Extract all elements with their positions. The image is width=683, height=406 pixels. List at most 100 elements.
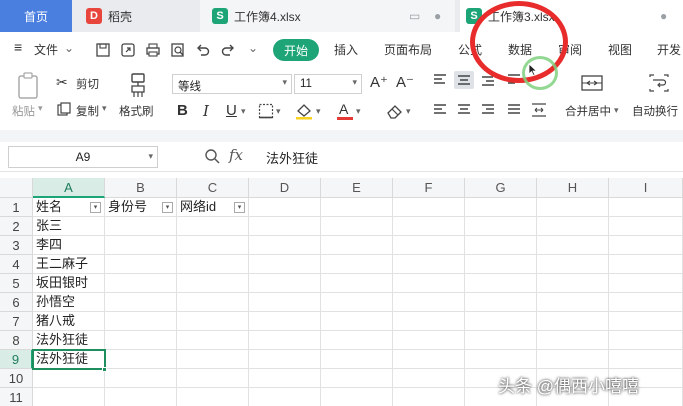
row-header[interactable]: 1 bbox=[0, 198, 33, 217]
column-header[interactable]: I bbox=[609, 178, 683, 198]
tab-home[interactable]: 首页 bbox=[0, 0, 72, 32]
table-cell[interactable] bbox=[249, 293, 321, 312]
print-icon[interactable] bbox=[145, 42, 161, 58]
chevron-down-icon[interactable]: ▾ bbox=[316, 106, 321, 117]
table-cell[interactable] bbox=[393, 369, 465, 388]
table-cell[interactable] bbox=[105, 236, 177, 255]
table-cell[interactable] bbox=[609, 312, 683, 331]
redo-icon[interactable] bbox=[220, 42, 236, 58]
menu-view[interactable]: 视图 bbox=[608, 41, 632, 58]
table-cell[interactable] bbox=[393, 236, 465, 255]
cut-button[interactable]: 剪切 bbox=[76, 76, 99, 92]
table-cell[interactable] bbox=[321, 274, 393, 293]
table-cell[interactable] bbox=[609, 293, 683, 312]
table-cell[interactable] bbox=[177, 312, 249, 331]
scissors-icon[interactable]: ✂ bbox=[56, 74, 68, 91]
chevron-down-icon[interactable]: ▾ bbox=[38, 103, 43, 114]
menu-developer[interactable]: 开发 bbox=[657, 41, 681, 58]
chevron-down-icon[interactable]: ▾ bbox=[102, 103, 107, 114]
table-cell[interactable] bbox=[465, 312, 537, 331]
table-cell[interactable] bbox=[105, 293, 177, 312]
table-cell[interactable]: 李四 bbox=[33, 236, 105, 255]
column-header[interactable]: F bbox=[393, 178, 465, 198]
table-cell[interactable] bbox=[177, 236, 249, 255]
table-cell[interactable] bbox=[465, 217, 537, 236]
underline-icon[interactable]: U bbox=[226, 102, 237, 119]
bold-icon[interactable]: B bbox=[177, 102, 188, 119]
table-cell[interactable] bbox=[465, 293, 537, 312]
copy-button[interactable]: 复制 bbox=[76, 103, 99, 119]
table-cell[interactable] bbox=[249, 255, 321, 274]
table-cell[interactable] bbox=[177, 369, 249, 388]
filter-dropdown-icon[interactable]: ▾ bbox=[90, 202, 101, 213]
format-painter-label[interactable]: 格式刷 bbox=[119, 103, 154, 119]
column-header[interactable]: D bbox=[249, 178, 321, 198]
table-cell[interactable] bbox=[177, 293, 249, 312]
table-cell[interactable] bbox=[177, 350, 249, 369]
table-cell[interactable] bbox=[249, 217, 321, 236]
table-cell[interactable] bbox=[537, 217, 609, 236]
table-cell[interactable] bbox=[537, 236, 609, 255]
print-preview-icon[interactable] bbox=[170, 42, 186, 58]
chevron-down-icon[interactable]: ▾ bbox=[614, 105, 619, 116]
table-cell[interactable] bbox=[321, 350, 393, 369]
chevron-down-icon[interactable]: ▾ bbox=[241, 106, 246, 117]
table-cell[interactable] bbox=[537, 255, 609, 274]
formula-content[interactable]: 法外狂徒 bbox=[266, 148, 318, 167]
paste-icon[interactable] bbox=[16, 72, 42, 100]
table-cell[interactable] bbox=[537, 312, 609, 331]
table-cell[interactable] bbox=[609, 236, 683, 255]
table-cell[interactable] bbox=[465, 198, 537, 217]
table-cell[interactable] bbox=[465, 331, 537, 350]
table-cell[interactable] bbox=[105, 312, 177, 331]
row-header[interactable]: 9 bbox=[0, 350, 33, 369]
table-cell[interactable] bbox=[321, 369, 393, 388]
table-cell[interactable] bbox=[321, 198, 393, 217]
table-cell[interactable]: 法外狂徒 bbox=[33, 331, 105, 350]
column-header[interactable]: H bbox=[537, 178, 609, 198]
table-cell[interactable] bbox=[393, 331, 465, 350]
chevron-down-icon[interactable]: ▾ bbox=[276, 106, 281, 117]
column-header[interactable]: E bbox=[321, 178, 393, 198]
row-header[interactable]: 8 bbox=[0, 331, 33, 350]
undo-icon[interactable] bbox=[195, 42, 211, 58]
table-cell[interactable] bbox=[321, 255, 393, 274]
decrease-font-icon[interactable]: A⁻ bbox=[396, 73, 414, 91]
table-cell[interactable] bbox=[465, 274, 537, 293]
table-cell[interactable] bbox=[177, 331, 249, 350]
table-cell[interactable] bbox=[393, 198, 465, 217]
auto-wrap-button[interactable]: 自动换行 bbox=[632, 103, 678, 119]
table-cell[interactable] bbox=[321, 388, 393, 406]
export-icon[interactable] bbox=[120, 42, 136, 58]
filter-dropdown-icon[interactable]: ▾ bbox=[162, 202, 173, 213]
table-cell[interactable] bbox=[105, 217, 177, 236]
tab-close-icon[interactable]: ● bbox=[434, 9, 441, 23]
customize-chevron-icon[interactable]: ⌄ bbox=[248, 41, 258, 55]
format-painter-icon[interactable] bbox=[128, 72, 148, 98]
row-header[interactable]: 3 bbox=[0, 236, 33, 255]
table-cell[interactable]: 王二麻子 bbox=[33, 255, 105, 274]
filter-dropdown-icon[interactable]: ▾ bbox=[234, 202, 245, 213]
chevron-down-icon[interactable]: ▾ bbox=[406, 106, 411, 117]
increase-font-icon[interactable]: A⁺ bbox=[370, 73, 388, 91]
paste-label[interactable]: 粘贴 bbox=[12, 103, 35, 119]
table-cell[interactable] bbox=[249, 198, 321, 217]
select-all-corner[interactable] bbox=[0, 178, 33, 198]
table-cell[interactable] bbox=[177, 274, 249, 293]
function-icon[interactable]: fx bbox=[229, 146, 243, 164]
table-cell[interactable]: 猪八戒 bbox=[33, 312, 105, 331]
row-header[interactable]: 11 bbox=[0, 388, 33, 406]
table-cell[interactable] bbox=[249, 236, 321, 255]
table-cell[interactable] bbox=[105, 388, 177, 406]
table-cell[interactable] bbox=[321, 236, 393, 255]
chevron-down-icon[interactable]: ⌄ bbox=[64, 41, 74, 55]
table-cell[interactable] bbox=[177, 255, 249, 274]
row-header[interactable]: 5 bbox=[0, 274, 33, 293]
column-header[interactable]: A bbox=[33, 178, 105, 198]
border-icon[interactable] bbox=[258, 103, 274, 119]
row-header[interactable]: 4 bbox=[0, 255, 33, 274]
table-cell[interactable] bbox=[177, 388, 249, 406]
table-cell[interactable] bbox=[105, 369, 177, 388]
menu-page-layout[interactable]: 页面布局 bbox=[384, 41, 432, 58]
row-header[interactable]: 10 bbox=[0, 369, 33, 388]
